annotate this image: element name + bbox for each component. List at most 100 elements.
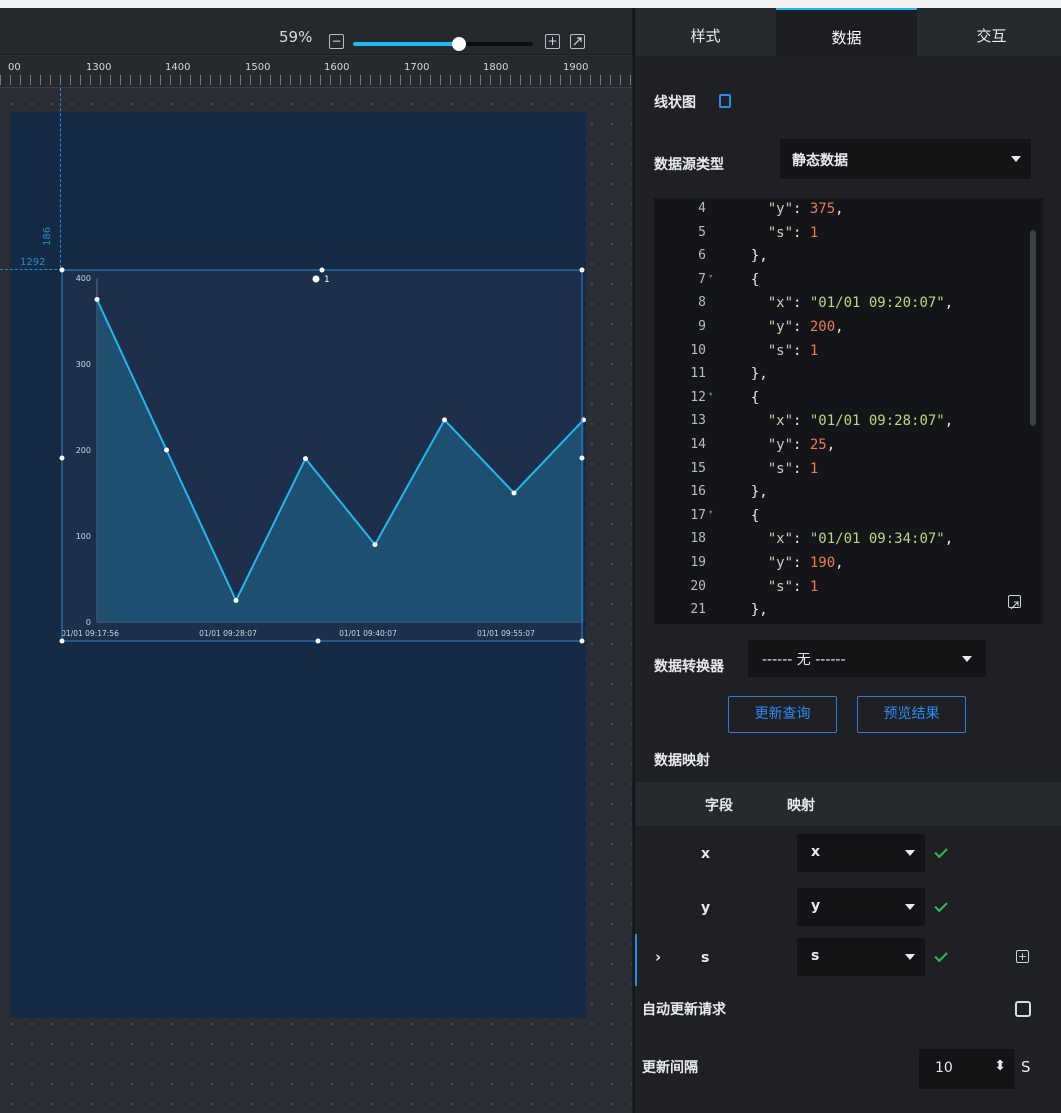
mapping-select-s[interactable]: s (797, 938, 925, 976)
x-tick-label: 01/01 09:17:56 (61, 629, 119, 638)
data-point (511, 490, 517, 496)
code-text: }, (734, 366, 768, 383)
code-line: 17 ▾ { (654, 508, 1043, 532)
line-number: 9 (698, 319, 706, 334)
fold-arrow-icon[interactable]: ▾ (708, 272, 713, 282)
line-number: 10 (690, 342, 706, 358)
code-line: 20 "s": 1 (654, 579, 1043, 603)
check-icon (934, 948, 948, 963)
active-row-indicator (635, 934, 637, 986)
fold-arrow-icon[interactable]: ▾ (708, 508, 713, 518)
code-line: 15 "s": 1 (654, 461, 1043, 485)
interval-unit: S (1021, 1058, 1031, 1076)
update-query-button[interactable]: 更新查询 (728, 696, 837, 733)
line-number: 11 (690, 366, 706, 382)
code-line: 10 "s": 1 (654, 343, 1043, 367)
tab-style[interactable]: 样式 (635, 8, 776, 56)
mapping-value: x (811, 844, 821, 860)
tab-data[interactable]: 数据 (776, 8, 917, 56)
line-number: 16 (690, 484, 706, 500)
code-text: }, (734, 484, 768, 501)
code-line: 7 ▾ { (654, 272, 1043, 296)
code-text: "s": 1 (767, 342, 819, 359)
mapping-select-y[interactable]: y (797, 888, 925, 926)
interval-label: 更新间隔 (642, 1060, 698, 1076)
line-number: 6 (698, 248, 706, 264)
code-text: "x": "01/01 09:34:07", (767, 531, 954, 548)
resize-handle (579, 638, 585, 644)
line-number: 8 (698, 295, 706, 311)
json-code-editor[interactable]: 4 "y": 375, 5 "s": 16 }, 7 ▾ {8 "x": "01/01… (654, 198, 1043, 624)
code-text: }, (734, 248, 768, 265)
source-type-select[interactable]: 静态数据 (780, 139, 1031, 179)
line-chart-widget[interactable]: 0 100 200 300 400 01/01 09:17:56 01/01 09:28:0… (0, 0, 632, 660)
code-line: 14 "y": 25, (654, 437, 1043, 461)
line-number: 17 (690, 507, 706, 523)
spinner-icon[interactable]: ⬍ (994, 1058, 1006, 1074)
mapping-title: 数据映射 (654, 753, 710, 769)
x-tick-label: 01/01 09:40:07 (339, 629, 397, 638)
resize-handle (319, 267, 325, 273)
expand-editor-icon[interactable] (1008, 595, 1021, 610)
editor-scrollbar[interactable] (1030, 230, 1036, 426)
code-line: 8 "x": "01/01 09:20:07", (654, 295, 1043, 319)
converter-select[interactable]: ------ 无 ------ (748, 640, 986, 677)
data-point (303, 456, 308, 462)
data-point (164, 447, 169, 453)
data-point (442, 417, 447, 423)
component-name: 线状图 (654, 95, 696, 111)
mapping-select-x[interactable]: x (797, 834, 925, 872)
fold-arrow-icon[interactable]: ▾ (708, 390, 713, 400)
line-number: 21 (690, 602, 706, 618)
chevron-down-icon (905, 954, 915, 960)
field-name: y (701, 900, 711, 916)
source-type-value: 静态数据 (792, 153, 848, 169)
data-point (372, 542, 378, 548)
code-text: { (734, 507, 760, 524)
auto-update-label: 自动更新请求 (642, 1002, 726, 1018)
field-name: s (701, 950, 710, 966)
code-text: { (734, 389, 760, 406)
mapping-value: s (811, 948, 820, 964)
line-number: 13 (690, 413, 706, 429)
code-text: "y": 375, (767, 201, 844, 217)
line-number: 7 (698, 271, 706, 287)
check-icon (934, 844, 948, 859)
line-number: 19 (690, 555, 706, 570)
code-text: { (734, 271, 760, 288)
code-text: }, (734, 602, 768, 619)
legend-label: 1 (324, 275, 330, 285)
tab-interaction[interactable]: 交互 (921, 8, 1061, 56)
preview-result-button[interactable]: 预览结果 (857, 696, 966, 733)
resize-handle (579, 267, 585, 273)
code-text: "y": 25, (767, 437, 836, 453)
interval-input[interactable]: 10 ⬍ (919, 1049, 1014, 1089)
data-point (233, 598, 239, 603)
y-tick-label: 200 (76, 446, 91, 455)
code-line: 9 "y": 200, (654, 319, 1043, 343)
add-field-icon[interactable]: + (1016, 950, 1029, 963)
converter-value: ------ 无 ------ (762, 652, 846, 668)
chevron-right-icon[interactable]: › (655, 948, 661, 966)
column-header-field: 字段 (705, 798, 733, 814)
code-text: "s": 1 (767, 578, 819, 595)
resize-handle (579, 455, 585, 461)
code-line: 21 }, (654, 602, 1043, 624)
panel-tabs: 样式 数据 交互 (635, 8, 1061, 56)
line-number: 20 (690, 578, 706, 594)
code-text: "x": "01/01 09:20:07", (767, 295, 954, 312)
chevron-down-icon (905, 904, 915, 910)
auto-update-checkbox[interactable] (1015, 1001, 1031, 1017)
mapping-table-header: 字段 映射 (635, 782, 1061, 826)
code-text: "y": 200, (767, 319, 844, 335)
chevron-down-icon (905, 850, 915, 856)
document-icon[interactable] (719, 94, 731, 108)
code-line: 18 "x": "01/01 09:34:07", (654, 531, 1043, 555)
properties-panel: 样式 数据 交互 线状图 数据源类型 静态数据 4 "y": 375, 5 "s"… (634, 8, 1061, 1113)
x-tick-label: 01/01 09:28:07 (199, 629, 257, 638)
converter-label: 数据转换器 (654, 659, 724, 675)
resize-handle (59, 638, 65, 644)
line-number: 18 (690, 531, 706, 547)
x-tick-label: 01/01 09:55:07 (477, 629, 535, 638)
code-text: "s": 1 (767, 460, 819, 477)
